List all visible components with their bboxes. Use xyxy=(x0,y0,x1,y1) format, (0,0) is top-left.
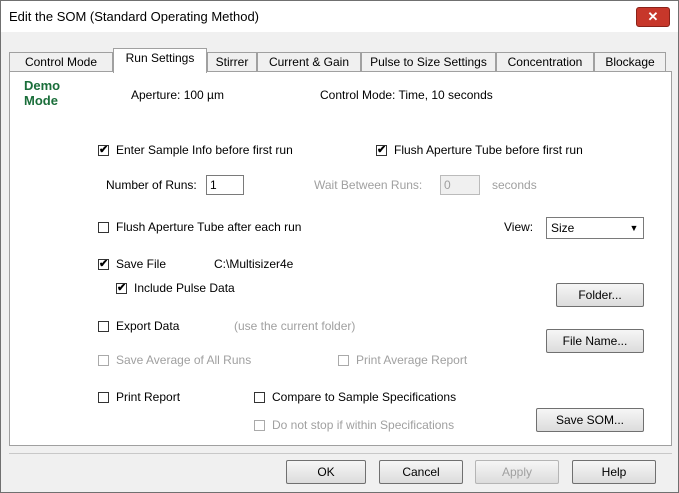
include-pulse-data-label: Include Pulse Data xyxy=(134,281,235,295)
apply-button[interactable]: Apply xyxy=(475,460,559,484)
cancel-button[interactable]: Cancel xyxy=(379,460,463,484)
export-data-hint: (use the current folder) xyxy=(234,319,356,333)
tab-strip: Control Mode Run Settings Stirrer Curren… xyxy=(9,42,672,73)
view-label: View: xyxy=(504,220,534,234)
tab-control-mode[interactable]: Control Mode xyxy=(9,52,113,72)
run-settings-panel: Demo Mode Aperture: 100 µm Control Mode:… xyxy=(9,71,672,446)
enter-sample-info-checkbox[interactable]: ✔ xyxy=(98,145,109,156)
number-of-runs-input[interactable]: 1 xyxy=(206,175,244,195)
print-average-checkbox[interactable] xyxy=(338,355,349,366)
print-report-checkbox[interactable] xyxy=(98,392,109,403)
flush-before-first-checkbox[interactable]: ✔ xyxy=(376,145,387,156)
chevron-down-icon[interactable]: ▼ xyxy=(625,218,643,238)
export-data-checkbox[interactable] xyxy=(98,321,109,332)
compare-specs-label: Compare to Sample Specifications xyxy=(272,390,457,404)
save-file-checkbox[interactable]: ✔ xyxy=(98,259,109,270)
tab-current-gain[interactable]: Current & Gain xyxy=(257,52,361,72)
tab-pulse-to-size[interactable]: Pulse to Size Settings xyxy=(361,52,496,72)
wait-between-runs-label: Wait Between Runs: xyxy=(314,178,423,192)
save-average-checkbox[interactable] xyxy=(98,355,109,366)
save-average-label: Save Average of All Runs xyxy=(116,353,252,367)
demo-line-1: Demo xyxy=(24,78,61,93)
do-not-stop-label: Do not stop if within Specifications xyxy=(272,418,455,432)
file-name-button[interactable]: File Name... xyxy=(546,329,644,353)
close-button[interactable]: ✕ xyxy=(636,7,670,27)
folder-button[interactable]: Folder... xyxy=(556,283,644,307)
enter-sample-info-label: Enter Sample Info before first run xyxy=(116,143,293,157)
export-data-label: Export Data xyxy=(116,319,180,333)
wait-between-runs-input[interactable]: 0 xyxy=(440,175,480,195)
print-average-label: Print Average Report xyxy=(356,353,468,367)
title-bar: Edit the SOM (Standard Operating Method)… xyxy=(1,1,678,32)
flush-before-first-label: Flush Aperture Tube before first run xyxy=(394,143,583,157)
aperture-readout: Aperture: 100 µm xyxy=(131,88,224,102)
save-som-button[interactable]: Save SOM... xyxy=(536,408,644,432)
ok-button[interactable]: OK xyxy=(286,460,366,484)
som-dialog: Edit the SOM (Standard Operating Method)… xyxy=(0,0,679,493)
window-title: Edit the SOM (Standard Operating Method) xyxy=(9,9,260,24)
compare-specs-checkbox[interactable] xyxy=(254,392,265,403)
flush-after-each-label: Flush Aperture Tube after each run xyxy=(116,220,302,234)
demo-line-2: Mode xyxy=(24,93,58,108)
control-mode-readout: Control Mode: Time, 10 seconds xyxy=(320,88,493,102)
help-button[interactable]: Help xyxy=(572,460,656,484)
do-not-stop-checkbox[interactable] xyxy=(254,420,265,431)
tab-stirrer[interactable]: Stirrer xyxy=(207,52,257,72)
tab-concentration[interactable]: Concentration xyxy=(496,52,594,72)
tab-run-settings[interactable]: Run Settings xyxy=(113,48,207,73)
view-select-value: Size xyxy=(551,221,575,235)
print-report-label: Print Report xyxy=(116,390,181,404)
flush-after-each-checkbox[interactable] xyxy=(98,222,109,233)
number-of-runs-label: Number of Runs: xyxy=(106,178,197,192)
dialog-buttons: OK Cancel Apply Help xyxy=(1,447,678,492)
wait-units-label: seconds xyxy=(492,178,537,192)
view-select[interactable]: Size ▼ xyxy=(546,217,644,239)
demo-mode-label: Demo Mode xyxy=(24,78,60,108)
save-file-label: Save File xyxy=(116,257,167,271)
save-file-path: C:\Multisizer4e xyxy=(214,257,294,271)
tab-blockage[interactable]: Blockage xyxy=(594,52,666,72)
include-pulse-data-checkbox[interactable]: ✔ xyxy=(116,283,127,294)
